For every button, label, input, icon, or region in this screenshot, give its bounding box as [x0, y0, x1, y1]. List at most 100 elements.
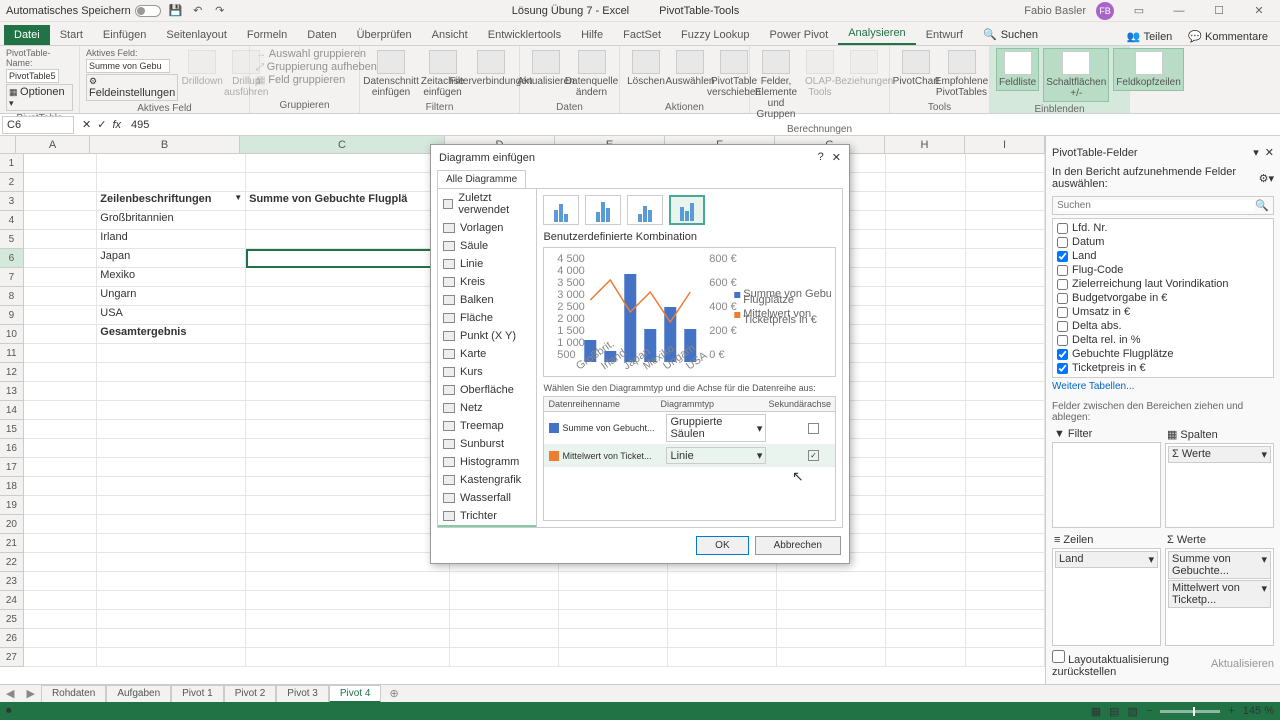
cell-C12[interactable] [246, 363, 449, 382]
cell-B6[interactable]: Japan [97, 249, 246, 268]
recommended-button[interactable]: Empfohlene PivotTables [940, 48, 983, 100]
add-sheet-button[interactable]: ⊕ [381, 687, 406, 700]
cell-B21[interactable] [97, 534, 246, 553]
refresh-button[interactable]: Aktualisieren [526, 48, 566, 89]
tab-hilfe[interactable]: Hilfe [571, 25, 613, 45]
cell-F23[interactable] [668, 572, 777, 591]
cell-I16[interactable] [966, 439, 1045, 458]
select-button[interactable]: Auswählen [670, 48, 710, 89]
sheet-nav-next[interactable]: ▶ [20, 687, 40, 700]
col-header-C[interactable]: C [240, 136, 445, 153]
row-header-3[interactable]: 3 [0, 192, 24, 211]
fields-items-button[interactable]: Felder, Elemente und Gruppen [756, 48, 796, 122]
cell-H6[interactable] [886, 249, 965, 268]
cell-B20[interactable] [97, 515, 246, 534]
cell-B13[interactable] [97, 382, 246, 401]
cell-H14[interactable] [886, 401, 965, 420]
tab-ueberpruefen[interactable]: Überprüfen [347, 25, 422, 45]
dialog-close-icon[interactable]: ✕ [832, 151, 841, 164]
chart-cat-Balken[interactable]: Balken [438, 291, 536, 309]
cell-B9[interactable]: USA [97, 306, 246, 325]
cell-C24[interactable] [246, 591, 449, 610]
ribbon-options-icon[interactable]: ▭ [1124, 2, 1154, 20]
cell-A22[interactable] [24, 553, 97, 572]
row-header-12[interactable]: 12 [0, 363, 24, 382]
tab-seitenlayout[interactable]: Seitenlayout [156, 25, 237, 45]
cell-B7[interactable]: Mexiko [97, 268, 246, 287]
value-chip-2[interactable]: Mittelwert von Ticketp...▾ [1168, 580, 1271, 608]
cell-H12[interactable] [886, 363, 965, 382]
cell-I27[interactable] [966, 648, 1045, 667]
view-normal-icon[interactable]: ▦ [1091, 705, 1101, 718]
cell-H7[interactable] [886, 268, 965, 287]
cell-B25[interactable] [97, 610, 246, 629]
field-Ticketpreis-in-€[interactable]: Ticketpreis in € [1055, 361, 1271, 375]
col-header-I[interactable]: I [965, 136, 1045, 153]
field-Land[interactable]: Land [1055, 249, 1271, 263]
cell-E27[interactable] [559, 648, 668, 667]
cell-I15[interactable] [966, 420, 1045, 439]
cell-I8[interactable] [966, 287, 1045, 306]
cell-H5[interactable] [886, 230, 965, 249]
sheet-tab-Pivot-3[interactable]: Pivot 3 [276, 685, 329, 703]
row-header-1[interactable]: 1 [0, 154, 24, 173]
cell-C7[interactable]: 1 [246, 268, 449, 287]
cell-C18[interactable] [246, 477, 449, 496]
select-all-corner[interactable] [0, 136, 16, 153]
cell-H23[interactable] [886, 572, 965, 591]
cell-G26[interactable] [777, 629, 886, 648]
combo-thumb-1[interactable] [543, 195, 579, 225]
chart-cat-Vorlagen[interactable]: Vorlagen [438, 219, 536, 237]
field-Datum[interactable]: Datum [1055, 235, 1271, 249]
cell-C14[interactable] [246, 401, 449, 420]
zoom-slider[interactable] [1160, 710, 1220, 713]
row-header-11[interactable]: 11 [0, 344, 24, 363]
cell-B12[interactable] [97, 363, 246, 382]
cell-D25[interactable] [450, 610, 559, 629]
cell-B10[interactable]: Gesamtergebnis [97, 325, 246, 344]
chart-cat-Zuletzt-verwendet[interactable]: Zuletzt verwendet [438, 189, 536, 219]
cell-I21[interactable] [966, 534, 1045, 553]
sheet-tab-Pivot-4[interactable]: Pivot 4 [329, 685, 382, 703]
more-tables-link[interactable]: Weitere Tabellen... [1052, 378, 1274, 395]
chart-cat-Säule[interactable]: Säule [438, 237, 536, 255]
cell-A7[interactable] [24, 268, 97, 287]
row-chip[interactable]: Land▾ [1055, 551, 1158, 568]
cell-I6[interactable] [966, 249, 1045, 268]
row-header-26[interactable]: 26 [0, 629, 24, 648]
row-header-14[interactable]: 14 [0, 401, 24, 420]
maximize-icon[interactable]: ☐ [1204, 2, 1234, 20]
cell-H26[interactable] [886, 629, 965, 648]
record-macro-icon[interactable]: ⏺ [6, 705, 12, 718]
fieldheaders-button[interactable]: Feldkopfzeilen [1113, 48, 1183, 91]
cell-A20[interactable] [24, 515, 97, 534]
cell-A12[interactable] [24, 363, 97, 382]
series-row-2[interactable]: Mittelwert von Ticket... Linie▾ ✓ [544, 445, 835, 467]
redo-icon[interactable]: ↷ [213, 4, 227, 18]
row-header-15[interactable]: 15 [0, 420, 24, 439]
cell-G23[interactable] [777, 572, 886, 591]
cell-H16[interactable] [886, 439, 965, 458]
chart-cat-Sunburst[interactable]: Sunburst [438, 435, 536, 453]
cell-I5[interactable] [966, 230, 1045, 249]
cell-H19[interactable] [886, 496, 965, 515]
cell-F24[interactable] [668, 591, 777, 610]
tab-daten[interactable]: Daten [297, 25, 346, 45]
cell-D24[interactable] [450, 591, 559, 610]
tab-powerpivot[interactable]: Power Pivot [760, 25, 839, 45]
cell-I11[interactable] [966, 344, 1045, 363]
cell-H20[interactable] [886, 515, 965, 534]
cell-H17[interactable] [886, 458, 965, 477]
cell-A3[interactable] [24, 192, 97, 211]
ok-button[interactable]: OK [696, 536, 748, 555]
cell-H8[interactable] [886, 287, 965, 306]
fieldlist-button[interactable]: Feldliste [996, 48, 1039, 91]
field-Gebuchte-Flugplätze[interactable]: Gebuchte Flugplätze [1055, 347, 1271, 361]
chart-cat-Fläche[interactable]: Fläche [438, 309, 536, 327]
cell-I3[interactable] [966, 192, 1045, 211]
series2-type-combo[interactable]: Linie▾ [666, 447, 766, 464]
row-header-13[interactable]: 13 [0, 382, 24, 401]
cell-C19[interactable] [246, 496, 449, 515]
row-header-6[interactable]: 6 [0, 249, 24, 268]
sheet-tab-Pivot-2[interactable]: Pivot 2 [224, 685, 277, 703]
